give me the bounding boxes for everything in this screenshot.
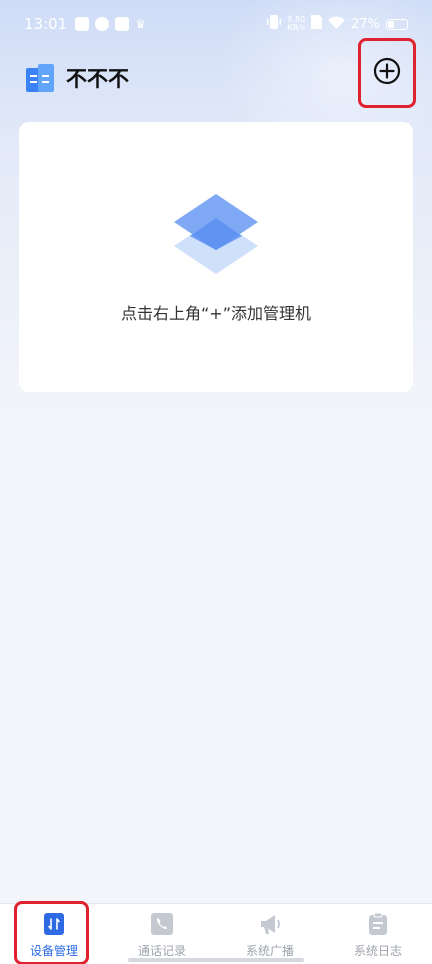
network-speed-unit: KB/s xyxy=(287,23,305,32)
nav-item-system-log[interactable]: 系统日志 xyxy=(324,904,432,964)
vibrate-icon xyxy=(267,14,282,34)
megaphone-icon xyxy=(258,912,282,936)
crown-icon: ♛ xyxy=(135,17,146,31)
nav-label-call-records: 通话记录 xyxy=(137,944,186,958)
nav-label-system-log: 系统日志 xyxy=(353,944,402,958)
add-button[interactable] xyxy=(358,38,416,108)
nav-highlight-box xyxy=(14,901,89,964)
building-logo-icon xyxy=(24,62,56,94)
page-title: 不不不 xyxy=(66,67,129,91)
nav-label-system-broadcast: 系统广播 xyxy=(245,944,294,958)
play-icon xyxy=(115,17,130,31)
empty-state-card: 点击右上角“+”添加管理机 xyxy=(19,122,413,392)
nav-item-call-records[interactable]: 通话记录 xyxy=(108,904,216,964)
network-speed: 9.80 KB/s xyxy=(287,16,305,32)
battery-icon xyxy=(386,18,408,30)
layers-icon xyxy=(172,192,260,284)
sim-icon xyxy=(311,15,323,33)
battery-percent: 27% xyxy=(351,16,380,32)
check-icon xyxy=(95,17,110,31)
nav-item-device-management[interactable]: 设备管理 xyxy=(0,901,108,964)
home-indicator xyxy=(128,958,304,962)
nav-item-system-broadcast[interactable]: 系统广播 xyxy=(216,904,324,964)
mail-icon xyxy=(75,17,90,31)
phone-icon xyxy=(150,912,174,936)
plus-circle-icon xyxy=(373,57,401,89)
status-right: 9.80 KB/s 27% xyxy=(267,14,408,34)
bottom-nav: 设备管理 通话记录 系统广播 系统日志 xyxy=(0,901,432,964)
empty-state-message: 点击右上角“+”添加管理机 xyxy=(121,304,311,323)
wifi-icon xyxy=(328,16,346,33)
status-time: 13:01 xyxy=(24,15,68,33)
header: 不不不 xyxy=(0,38,432,108)
clipboard-icon xyxy=(366,912,390,936)
